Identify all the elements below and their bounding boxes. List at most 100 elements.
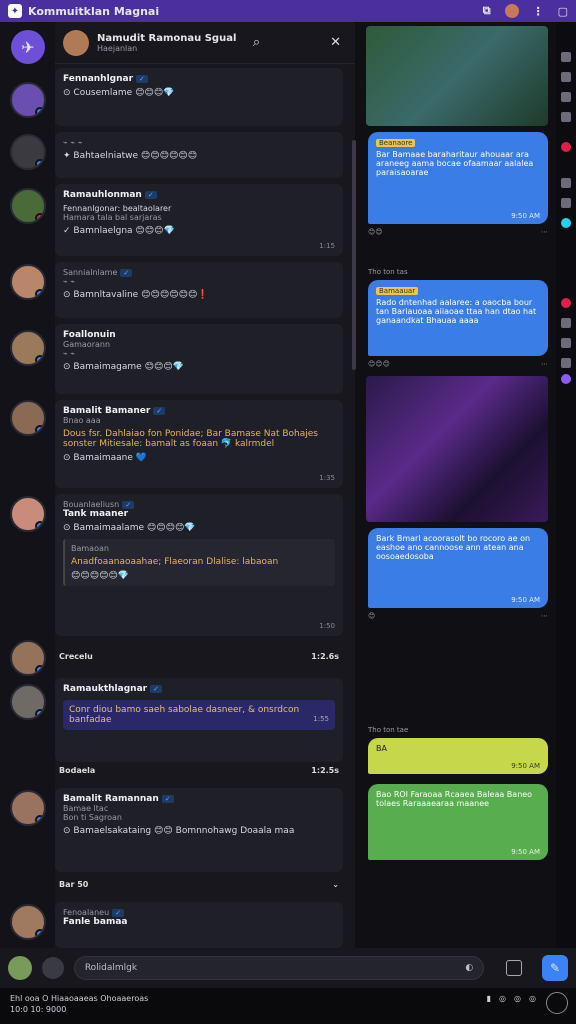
toolbar-icon-1[interactable]: [561, 52, 571, 62]
message-card[interactable]: Sannialnlame ✓ ⌁ ⌁ ⊙ Bamnltavaline 😊😊😊😊😊😊…: [55, 262, 343, 318]
user-avatar-small[interactable]: [504, 4, 519, 18]
close-icon[interactable]: ✕: [330, 35, 341, 50]
send-button[interactable]: ✎: [542, 955, 568, 981]
toolbar-icon-4[interactable]: [561, 112, 571, 122]
separator: Bodaela 1:2.5s: [59, 766, 339, 775]
attach-icon[interactable]: [41, 957, 64, 979]
toolbar-icon-2[interactable]: [561, 72, 571, 82]
message-sub-2: ⌁ ⌁: [63, 349, 76, 358]
server-avatar-10[interactable]: [10, 790, 46, 826]
chat-subtitle: Haejanlan: [97, 43, 138, 53]
message-card[interactable]: Ramauhlonman ✓ Fennanlgonar: bealtaolarer…: [55, 184, 343, 256]
toolbar-icon-11[interactable]: [561, 338, 571, 348]
server-avatar-5[interactable]: [10, 330, 46, 366]
toolbar-icon-3[interactable]: [561, 92, 571, 102]
message-card[interactable]: Bamalit Bamaner ✓ Bnao aaa Dous fsr. Dahl…: [55, 400, 343, 488]
status-dot: [35, 107, 44, 116]
separator-label: Bodaela: [59, 766, 96, 775]
sticker-icon[interactable]: [506, 960, 523, 976]
home-button-icon[interactable]: [546, 992, 568, 1014]
toolbar-icon-12[interactable]: [561, 358, 571, 368]
message-input[interactable]: Rolidalmlgk ◐: [73, 956, 485, 980]
search-icon[interactable]: ⌕: [253, 35, 260, 50]
chat-bubble[interactable]: Bamaauar Rado dntenhad aalaree: a oaocba…: [368, 280, 548, 356]
message-author: Foallonuin: [63, 330, 116, 340]
message-card[interactable]: Foallonuin Gamaorann ⌁ ⌁ ⊙ Bamaimagame 😊…: [55, 324, 343, 394]
message-text-highlight: Dous fsr. Dahlaiao fon Ponidae; Bar Bama…: [63, 429, 318, 449]
server-avatar-11[interactable]: [10, 904, 46, 940]
status-dot: [35, 521, 44, 530]
server-avatar-2[interactable]: [10, 134, 46, 170]
message-sub: ⌁ ⌁ ⌁: [63, 138, 83, 147]
message-text: ✦ Bahtaelniatwe 😊😊😊😊😊😊: [63, 151, 198, 161]
menu-dots-icon[interactable]: ⋮: [533, 5, 544, 18]
highlighted-message[interactable]: Conr diou bamo saeh sabolae dasneer, & o…: [63, 700, 335, 730]
message-card[interactable]: Ramaukthlagnar ✓ Conr diou bamo saeh sabo…: [55, 678, 343, 762]
toolbar-icon-6[interactable]: [561, 178, 571, 188]
gaming-room-image[interactable]: [366, 376, 548, 522]
message-time: 1:50: [319, 622, 335, 630]
toolbar-icon-10[interactable]: [561, 318, 571, 328]
server-avatar-8[interactable]: [10, 640, 46, 676]
message-sub: Fanle bamaa: [63, 917, 128, 927]
role-badge: ✓: [120, 269, 133, 277]
emoji-icon[interactable]: ◐: [465, 963, 473, 973]
role-badge: ✓: [122, 501, 135, 509]
toolbar-icon-9[interactable]: [561, 298, 571, 308]
server-rail: ✈: [0, 22, 55, 948]
chat-header: Namudit Ramonau Sgual Haejanlan ⌕ ✕: [55, 22, 355, 64]
separator: Bar 50 ⌄: [59, 880, 339, 889]
media-panel: Beanaore Bar Bamaae baraharitaur ahouaar…: [358, 22, 556, 948]
role-badge: ✓: [144, 191, 157, 199]
status-icon-3: ◎: [514, 994, 522, 1003]
message-card[interactable]: Fenoalaneu ✓ Fanle bamaa: [55, 902, 343, 948]
toolbar-icon-5[interactable]: [561, 142, 571, 152]
message-card[interactable]: Fennanhlgnar ✓ ⊙ Cousemlame 😊😊😊💎: [55, 68, 343, 126]
chat-header-icons: ⌕ ✕: [253, 35, 347, 50]
message-text: Fennanlgonar: bealtaolarer: [63, 204, 172, 213]
bubble-text: Rado dntenhad aalaree: a oaocba bour tan…: [376, 298, 537, 325]
composer-avatar[interactable]: [8, 956, 32, 980]
bubble-text: Bark Bmarl acoorasolt bo rocoro ae on ea…: [376, 534, 531, 561]
chat-bubble[interactable]: Bao ROI Faraoaa Rcaaea Baleaa Baneo tola…: [368, 784, 548, 860]
message-author: Sannialnlame ✓: [63, 268, 335, 277]
message-author: Fenoalaneu ✓: [63, 908, 335, 917]
toolbar-icon-7[interactable]: [561, 198, 571, 208]
message-card[interactable]: Bouanlaeliusn ✓ Tank maaner ⊙ Bamaimaalam…: [55, 494, 343, 636]
message-card[interactable]: Bamalit Ramannan ✓ Bamae ltac Bon ti Sagr…: [55, 788, 343, 872]
quoted-message[interactable]: Bamaoan Anadfoaanaoaahae; Flaeoran Dlali…: [63, 539, 335, 586]
chat-scrollbar[interactable]: [352, 140, 356, 370]
separator-time: 1:2.5s: [311, 766, 339, 775]
screenshot-icon[interactable]: ⧉: [483, 4, 491, 18]
discord-home-icon[interactable]: ✈: [11, 30, 45, 64]
separator-time: 1:2.6s: [311, 652, 339, 661]
chat-bubble[interactable]: BA 9:50 AM: [368, 738, 548, 774]
message-author: Ramauhlonman ✓: [63, 190, 335, 200]
toolbar-icon-13[interactable]: [561, 374, 571, 384]
role-badge: ✓: [150, 685, 162, 693]
message-card[interactable]: ⌁ ⌁ ⌁ ✦ Bahtaelniatwe 😊😊😊😊😊😊: [55, 132, 343, 178]
chat-bubble[interactable]: Bark Bmarl acoorasolt bo rocoro ae on ea…: [368, 528, 548, 608]
message-author: Fennanhlgnar ✓: [63, 74, 335, 84]
game-screenshot-image[interactable]: [366, 26, 548, 126]
status-dot: [35, 355, 44, 364]
server-avatar-4[interactable]: [10, 264, 46, 300]
server-avatar-6[interactable]: [10, 400, 46, 436]
message-text: ⊙ Bamaimaane 💙: [63, 453, 147, 463]
server-avatar-9[interactable]: [10, 684, 46, 720]
chevron-down-icon[interactable]: ⌄: [332, 880, 339, 889]
chat-bubble[interactable]: Beanaore Bar Bamaae baraharitaur ahouaar…: [368, 132, 548, 224]
channel-avatar: [63, 29, 89, 56]
chat-header-text: Namudit Ramonau Sgual Haejanlan: [97, 33, 236, 53]
status-dot: [35, 709, 44, 718]
server-avatar-1[interactable]: [10, 82, 46, 118]
window-icon[interactable]: ▢: [558, 5, 568, 18]
server-avatar-7[interactable]: [10, 496, 46, 532]
bubble-reactions: 😊😊😊 ⋯: [368, 360, 548, 368]
toolbar-icon-8[interactable]: [561, 218, 571, 228]
status-line-1: Ehl ooa O Hiaaoaaeas Ohoaaeroas: [10, 994, 149, 1003]
status-dot: [35, 815, 44, 824]
server-avatar-3[interactable]: [10, 188, 46, 224]
status-line-2: 10:0 10: 9000: [10, 1005, 67, 1014]
status-dot: [35, 213, 44, 222]
